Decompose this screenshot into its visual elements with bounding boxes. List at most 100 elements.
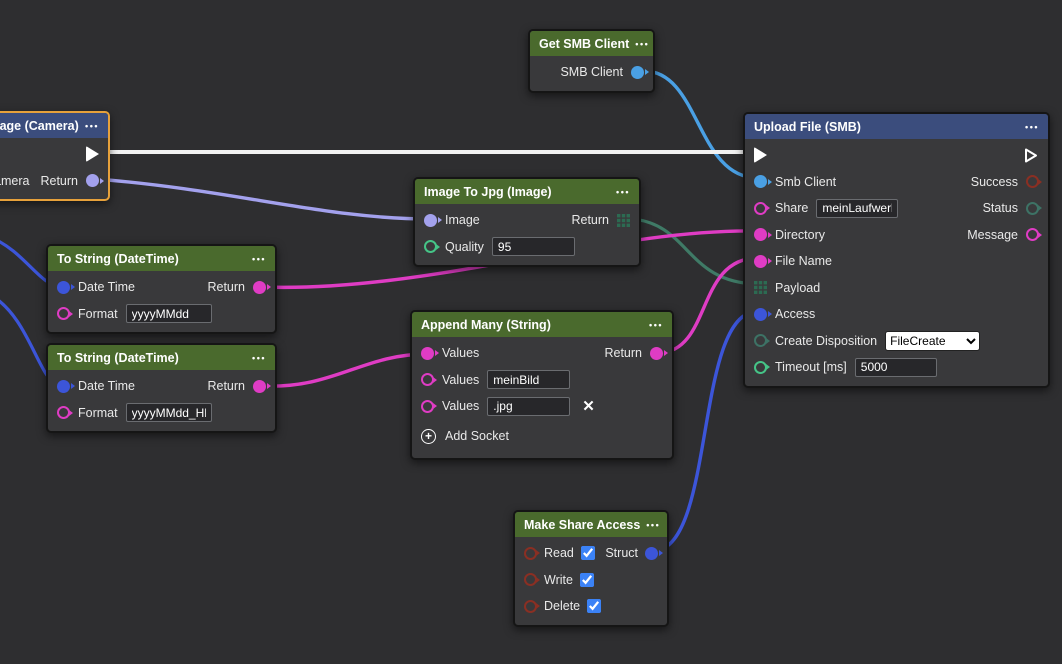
node-header[interactable]: Image To Jpg (Image) ••• — [415, 179, 639, 204]
row-date-time: Date Time Return — [48, 274, 275, 301]
node-upload-file-smb[interactable]: Upload File (SMB) ••• Smb Client Success… — [743, 112, 1050, 388]
wire-tostring2-to-values[interactable] — [262, 354, 428, 386]
format-value-input[interactable] — [126, 403, 212, 422]
node-title: Get SMB Client — [539, 37, 629, 51]
port-smb-client-input[interactable] — [754, 175, 767, 188]
quality-value-input[interactable] — [492, 237, 575, 256]
values-2-input[interactable] — [487, 370, 570, 389]
node-menu-icon[interactable]: ••• — [252, 353, 266, 363]
port-create-disposition-input[interactable] — [754, 334, 767, 347]
node-append-many-string[interactable]: Append Many (String) ••• Values Return V… — [410, 310, 674, 460]
input-label: Write — [544, 573, 573, 587]
read-checkbox[interactable] — [581, 546, 595, 560]
node-body: Read Struct Write Delete — [515, 537, 667, 625]
share-value-input[interactable] — [816, 199, 898, 218]
row-exec-out — [0, 141, 108, 168]
port-read-input[interactable] — [524, 547, 537, 560]
add-socket-icon: + — [421, 429, 436, 444]
row-share: Share Status — [745, 195, 1048, 222]
node-header[interactable]: Get SMB Client ••• — [530, 31, 653, 56]
struct-grid-icon[interactable] — [617, 214, 630, 227]
node-menu-icon[interactable]: ••• — [1025, 122, 1039, 132]
node-header[interactable]: Upload File (SMB) ••• — [745, 114, 1048, 139]
input-label: Quality — [445, 240, 484, 254]
node-editor-canvas[interactable]: Get SMB Client ••• SMB Client Image (Cam… — [0, 0, 1062, 664]
node-make-share-access[interactable]: Make Share Access ••• Read Struct Write … — [513, 510, 669, 627]
port-quality-input[interactable] — [424, 240, 437, 253]
exec-out-port[interactable] — [1023, 147, 1039, 164]
port-date-time-input[interactable] — [57, 281, 70, 294]
port-values-1-input[interactable] — [421, 347, 434, 360]
node-header[interactable]: Append Many (String) ••• — [412, 312, 672, 337]
port-timeout-input[interactable] — [754, 361, 767, 374]
node-menu-icon[interactable]: ••• — [635, 39, 649, 49]
values-3-input[interactable] — [487, 397, 570, 416]
node-image-camera[interactable]: Image (Camera) ••• Camera Return — [0, 111, 110, 201]
node-header[interactable]: Make Share Access ••• — [515, 512, 667, 537]
row-write: Write — [515, 567, 667, 594]
port-date-time-input[interactable] — [57, 380, 70, 393]
row-directory: Directory Message — [745, 222, 1048, 249]
port-smb-client-output[interactable] — [631, 66, 644, 79]
row-file-name: File Name — [745, 248, 1048, 275]
exec-in-port[interactable] — [754, 147, 767, 163]
wire-jpgreturn-to-payload[interactable] — [632, 219, 758, 284]
remove-socket-icon[interactable]: ✕ — [582, 399, 595, 414]
node-body: Date Time Return Format — [48, 271, 275, 332]
port-file-name-input[interactable] — [754, 255, 767, 268]
port-share-input[interactable] — [754, 202, 767, 215]
node-header[interactable]: To String (DateTime) ••• — [48, 345, 275, 370]
port-directory-input[interactable] — [754, 228, 767, 241]
output-label: Return — [207, 379, 245, 393]
port-return-output[interactable] — [253, 281, 266, 294]
port-format-input[interactable] — [57, 307, 70, 320]
node-body: Values Return Values Values ✕ + Add Sock… — [412, 337, 672, 458]
node-to-string-datetime-1[interactable]: To String (DateTime) ••• Date Time Retur… — [46, 244, 277, 334]
port-success-output[interactable] — [1026, 175, 1039, 188]
node-get-smb-client[interactable]: Get SMB Client ••• SMB Client — [528, 29, 655, 93]
node-image-to-jpg[interactable]: Image To Jpg (Image) ••• Image Return Qu… — [413, 177, 641, 267]
port-status-output[interactable] — [1026, 202, 1039, 215]
row-format: Format — [48, 301, 275, 328]
format-value-input[interactable] — [126, 304, 212, 323]
node-menu-icon[interactable]: ••• — [252, 254, 266, 264]
node-menu-icon[interactable]: ••• — [649, 320, 663, 330]
row-read: Read Struct — [515, 540, 667, 567]
timeout-value-input[interactable] — [855, 358, 937, 377]
delete-checkbox[interactable] — [587, 599, 601, 613]
port-struct-output[interactable] — [645, 547, 658, 560]
port-return-output[interactable] — [253, 380, 266, 393]
row-timeout: Timeout [ms] — [745, 354, 1048, 381]
row-quality: Quality — [415, 234, 639, 261]
node-menu-icon[interactable]: ••• — [646, 520, 660, 530]
add-socket-button[interactable]: + Add Socket — [421, 429, 509, 444]
input-label: Camera — [0, 174, 29, 188]
input-label: Access — [775, 307, 815, 321]
wire-smbclient[interactable] — [644, 71, 758, 178]
create-disposition-select[interactable]: FileCreate — [885, 331, 980, 351]
wire-camera-to-image[interactable] — [96, 179, 430, 219]
port-return-output[interactable] — [650, 347, 663, 360]
port-write-input[interactable] — [524, 573, 537, 586]
port-format-input[interactable] — [57, 406, 70, 419]
port-image-input[interactable] — [424, 214, 437, 227]
node-menu-icon[interactable]: ••• — [616, 187, 630, 197]
exec-out-port[interactable] — [86, 146, 99, 162]
node-header[interactable]: Image (Camera) ••• — [0, 113, 108, 138]
row-camera-return: Camera Return — [0, 168, 108, 195]
port-message-output[interactable] — [1026, 228, 1039, 241]
struct-grid-icon[interactable] — [754, 281, 767, 294]
node-menu-icon[interactable]: ••• — [85, 121, 99, 131]
node-header[interactable]: To String (DateTime) ••• — [48, 246, 275, 271]
port-values-3-input[interactable] — [421, 400, 434, 413]
node-title: Image To Jpg (Image) — [424, 185, 552, 199]
write-checkbox[interactable] — [580, 573, 594, 587]
input-label: Values — [442, 373, 479, 387]
port-access-input[interactable] — [754, 308, 767, 321]
node-to-string-datetime-2[interactable]: To String (DateTime) ••• Date Time Retur… — [46, 343, 277, 433]
port-delete-input[interactable] — [524, 600, 537, 613]
input-label: Share — [775, 201, 808, 215]
output-label: Message — [967, 228, 1018, 242]
port-return-output[interactable] — [86, 174, 99, 187]
port-values-2-input[interactable] — [421, 373, 434, 386]
